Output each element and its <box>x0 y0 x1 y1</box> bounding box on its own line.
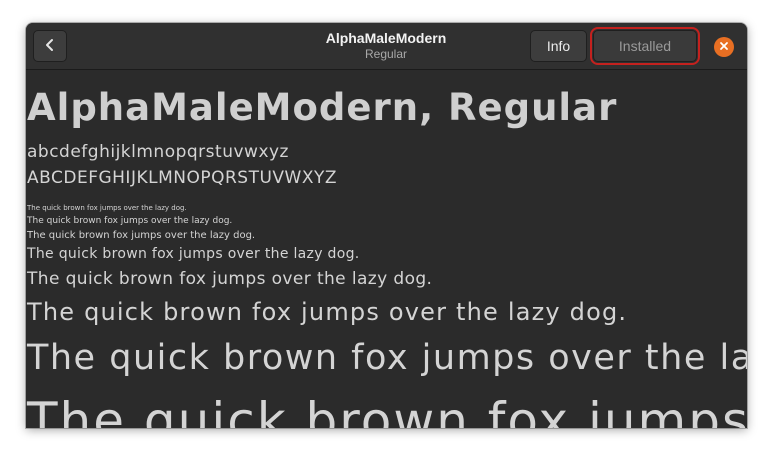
sample-line: The quick brown fox jumps over the lazy … <box>27 230 256 241</box>
installed-button[interactable]: Installed <box>590 27 700 65</box>
sample-line: The quick brown fox jumps over the lazy … <box>27 392 747 428</box>
sample-line: The quick brown fox jumps over the lazy … <box>27 204 187 212</box>
preview-heading: AlphaMaleModern, Regular <box>27 86 618 129</box>
window-title: AlphaMaleModern <box>325 30 447 46</box>
chevron-left-icon <box>43 38 57 55</box>
header-bar: AlphaMaleModern Regular Info Installed <box>26 23 747 70</box>
preview-uppercase: ABCDEFGHIJKLMNOPQRSTUVWXYZ <box>27 168 338 188</box>
sample-line: The quick brown fox jumps over the lazy … <box>27 269 433 289</box>
info-button[interactable]: Info <box>530 30 587 62</box>
close-button[interactable] <box>714 37 734 57</box>
title-block: AlphaMaleModern Regular <box>266 29 506 62</box>
font-viewer-window: AlphaMaleModern Regular Info Installed A… <box>26 23 747 428</box>
window-subtitle: Regular <box>364 47 408 61</box>
sample-line: The quick brown fox jumps over the lazy … <box>27 338 747 378</box>
preview-lowercase: abcdefghijklmnopqrstuvwxyz <box>27 142 289 162</box>
font-preview-area: AlphaMaleModern, Regular abcdefghijklmno… <box>26 70 747 428</box>
sample-line: The quick brown fox jumps over the lazy … <box>27 246 360 262</box>
sample-line: The quick brown fox jumps over the lazy … <box>27 216 233 226</box>
sample-line: The quick brown fox jumps over the lazy … <box>27 298 628 326</box>
close-icon <box>719 38 729 56</box>
back-button[interactable] <box>33 30 67 62</box>
